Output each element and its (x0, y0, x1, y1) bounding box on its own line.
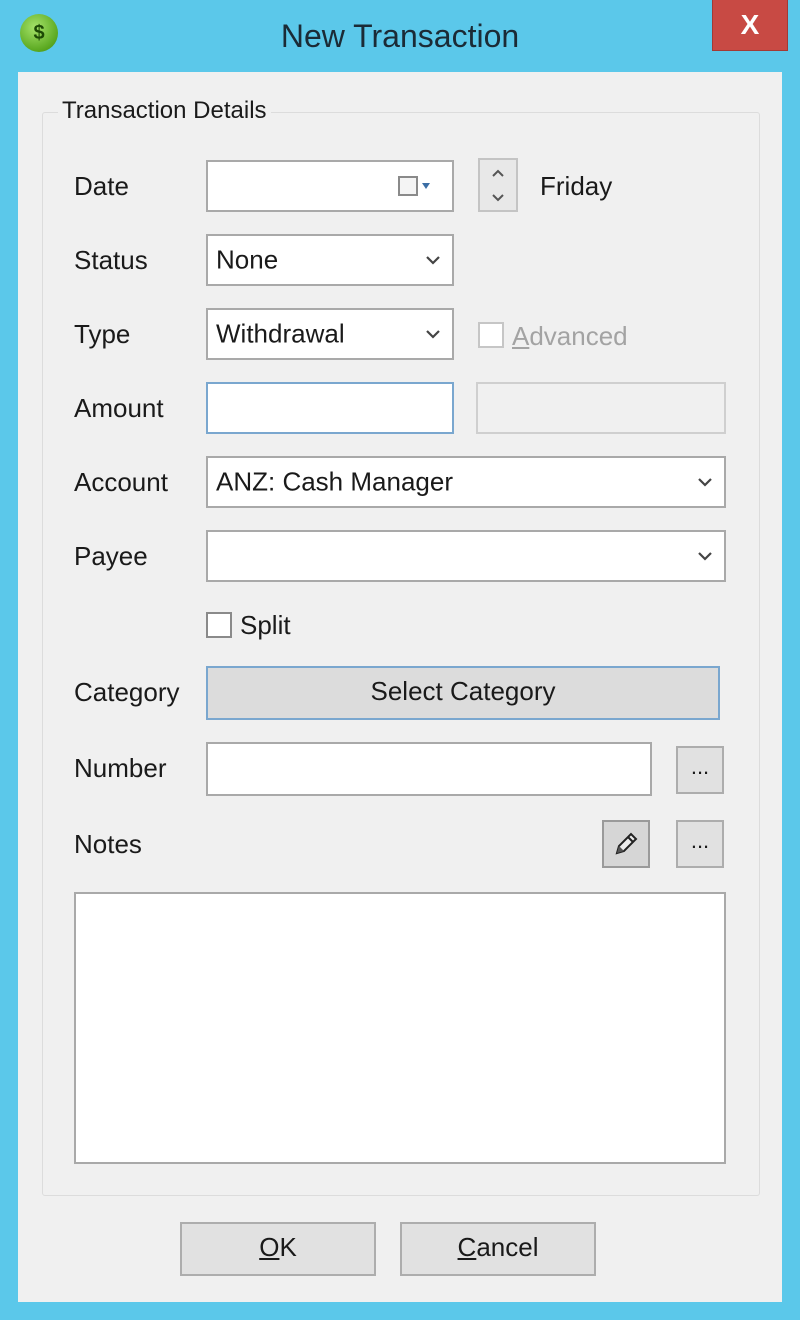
amount-input[interactable] (206, 382, 454, 434)
cancel-button[interactable]: Cancel (400, 1222, 596, 1276)
date-spinner[interactable] (478, 158, 518, 212)
chevron-down-icon (426, 330, 440, 339)
payee-select[interactable] (206, 530, 726, 582)
spin-up-icon[interactable] (480, 160, 516, 185)
pencil-icon (615, 832, 638, 855)
group-title: Transaction Details (58, 96, 271, 126)
date-label: Date (74, 171, 129, 201)
status-value: None (216, 244, 279, 275)
select-category-button[interactable]: Select Category (206, 666, 720, 720)
notes-textarea[interactable] (74, 892, 726, 1164)
number-input[interactable] (206, 742, 652, 796)
ok-label: OK (259, 1232, 297, 1262)
account-select[interactable]: ANZ: Cash Manager (206, 456, 726, 508)
payee-label: Payee (74, 541, 148, 571)
calendar-dropdown-icon[interactable] (398, 174, 434, 198)
date-field[interactable] (206, 160, 454, 212)
weekday-label: Friday (540, 171, 613, 201)
chevron-down-icon (698, 478, 712, 487)
chevron-down-icon (698, 552, 712, 561)
advanced-checkbox[interactable] (478, 322, 504, 348)
advanced-label: Advanced (512, 321, 628, 351)
close-button[interactable]: X (712, 0, 788, 51)
notes-label: Notes (74, 829, 142, 859)
window-title: New Transaction (280, 18, 520, 54)
amount-secondary-field (476, 382, 726, 434)
type-value: Withdrawal (216, 318, 345, 349)
account-value: ANZ: Cash Manager (216, 466, 453, 497)
type-label: Type (74, 319, 131, 349)
split-checkbox[interactable] (206, 612, 232, 638)
amount-label: Amount (74, 393, 164, 423)
status-label: Status (74, 245, 148, 275)
type-select[interactable]: Withdrawal (206, 308, 454, 360)
cancel-label: Cancel (457, 1232, 539, 1262)
title-bar: $ New Transaction X (0, 0, 800, 72)
edit-notes-button[interactable] (602, 820, 650, 868)
status-select[interactable]: None (206, 234, 454, 286)
dialog-body: Transaction Details Date Friday Status N… (18, 72, 782, 1302)
spin-down-icon[interactable] (480, 185, 516, 210)
number-label: Number (74, 753, 167, 783)
notes-browse-button[interactable]: ... (676, 820, 724, 868)
account-label: Account (74, 467, 168, 497)
split-label: Split (240, 610, 291, 640)
ok-button[interactable]: OK (180, 1222, 376, 1276)
category-label: Category (74, 677, 180, 707)
chevron-down-icon (426, 256, 440, 265)
select-category-label: Select Category (370, 676, 556, 706)
number-browse-button[interactable]: ... (676, 746, 724, 794)
